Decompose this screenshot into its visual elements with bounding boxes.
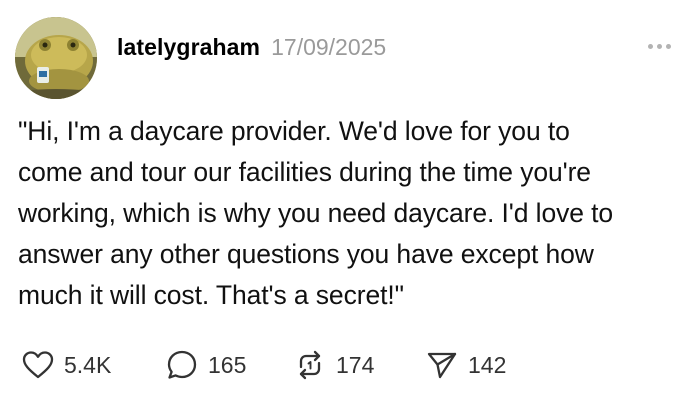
post-text-line: much it will cost. That's a secret!" [18, 280, 404, 310]
post-card: latelygraham 17/09/2025 "Hi, I'm a dayca… [0, 0, 700, 401]
repost-count: 174 [336, 351, 375, 378]
comment-count: 165 [208, 351, 247, 378]
comment-bubble-icon [167, 350, 197, 379]
post-text-line: working, which is why you need daycare. … [18, 198, 614, 228]
repost-icon [299, 350, 321, 380]
share-button[interactable]: 142 [426, 350, 506, 380]
share-count: 142 [468, 351, 507, 378]
avatar[interactable] [15, 17, 97, 99]
like-button[interactable]: 5.4K [22, 350, 166, 380]
post-text-line: come and tour our facilities during the … [18, 157, 591, 187]
post-text: "Hi, I'm a daycare provider. We'd love f… [18, 111, 688, 316]
more-dots-icon [648, 43, 671, 49]
comment-button[interactable]: 165 [166, 349, 294, 381]
timestamp: 17/09/2025 [271, 34, 387, 60]
more-options-button[interactable] [638, 36, 678, 56]
post-text-line: "Hi, I'm a daycare provider. We'd love f… [18, 116, 570, 146]
heart-icon [22, 351, 54, 379]
like-count: 5.4K [64, 351, 112, 378]
repost-button[interactable]: 174 [294, 349, 426, 381]
post-header: latelygraham 17/09/2025 [117, 34, 386, 61]
frog-avatar-icon [15, 17, 97, 99]
username[interactable]: latelygraham [117, 34, 260, 61]
post-text-line: answer any other questions you have exce… [18, 239, 594, 269]
post-actions: 5.4K 165 174 142 [22, 345, 506, 385]
send-icon [427, 352, 457, 379]
